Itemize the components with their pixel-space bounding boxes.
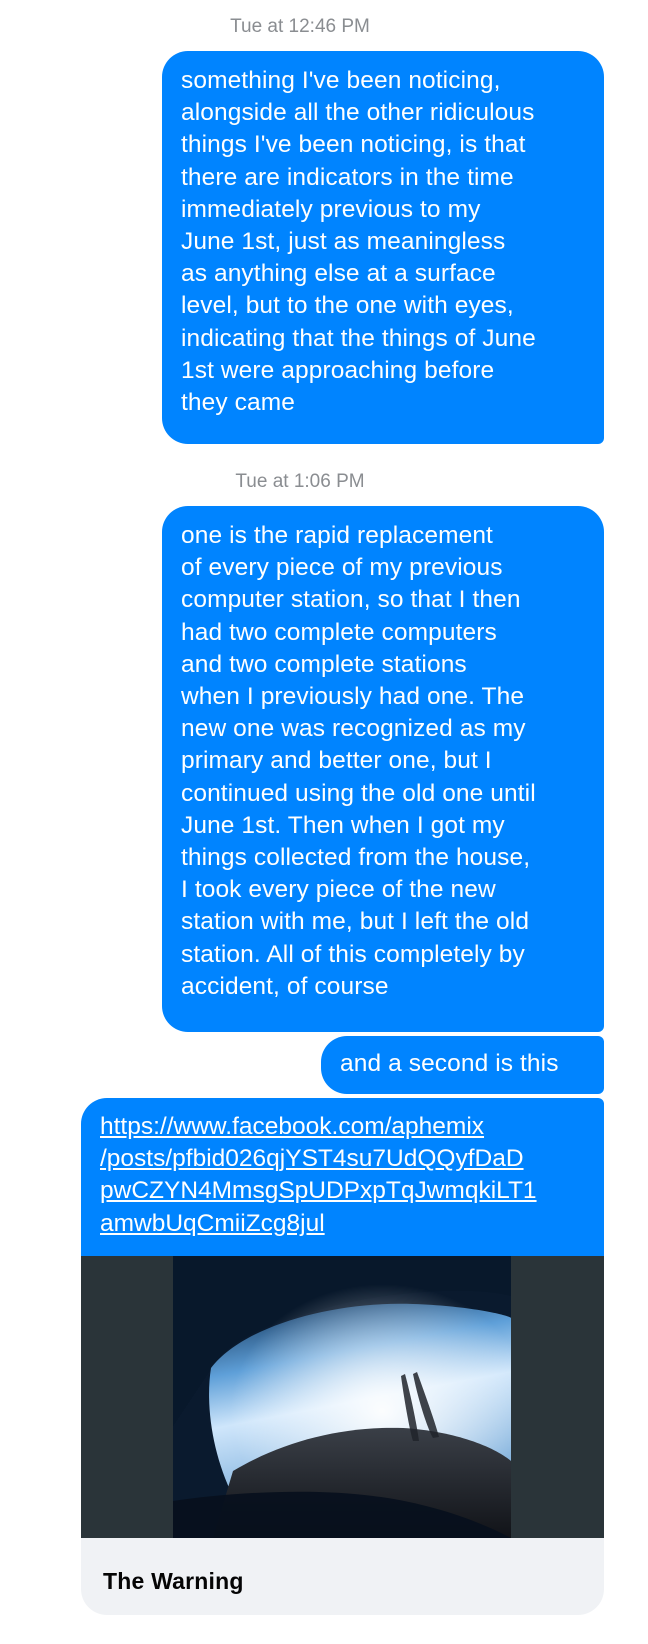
shared-link[interactable]: https://www.facebook.com/aphemix /posts/… — [100, 1113, 537, 1237]
link-title: The Warning — [103, 1568, 244, 1594]
timestamp-2: Tue at 1:06 PM — [235, 471, 365, 492]
link-preview-image-area[interactable] — [81, 1256, 604, 1538]
link-url-section: https://www.facebook.com/aphemix /posts/… — [81, 1098, 604, 1256]
timestamp-1: Tue at 12:46 PM — [230, 16, 370, 37]
album-cover-image — [173, 1256, 511, 1538]
message-bubble-1[interactable]: something I've been noticing, alongside … — [162, 51, 604, 444]
link-title-bar[interactable]: The Warning — [81, 1538, 604, 1615]
message-bubble-2[interactable]: one is the rapid replacement of every pi… — [162, 506, 604, 1032]
link-preview-card[interactable]: https://www.facebook.com/aphemix /posts/… — [81, 1098, 604, 1615]
message-bubble-3[interactable]: and a second is this — [321, 1036, 604, 1094]
